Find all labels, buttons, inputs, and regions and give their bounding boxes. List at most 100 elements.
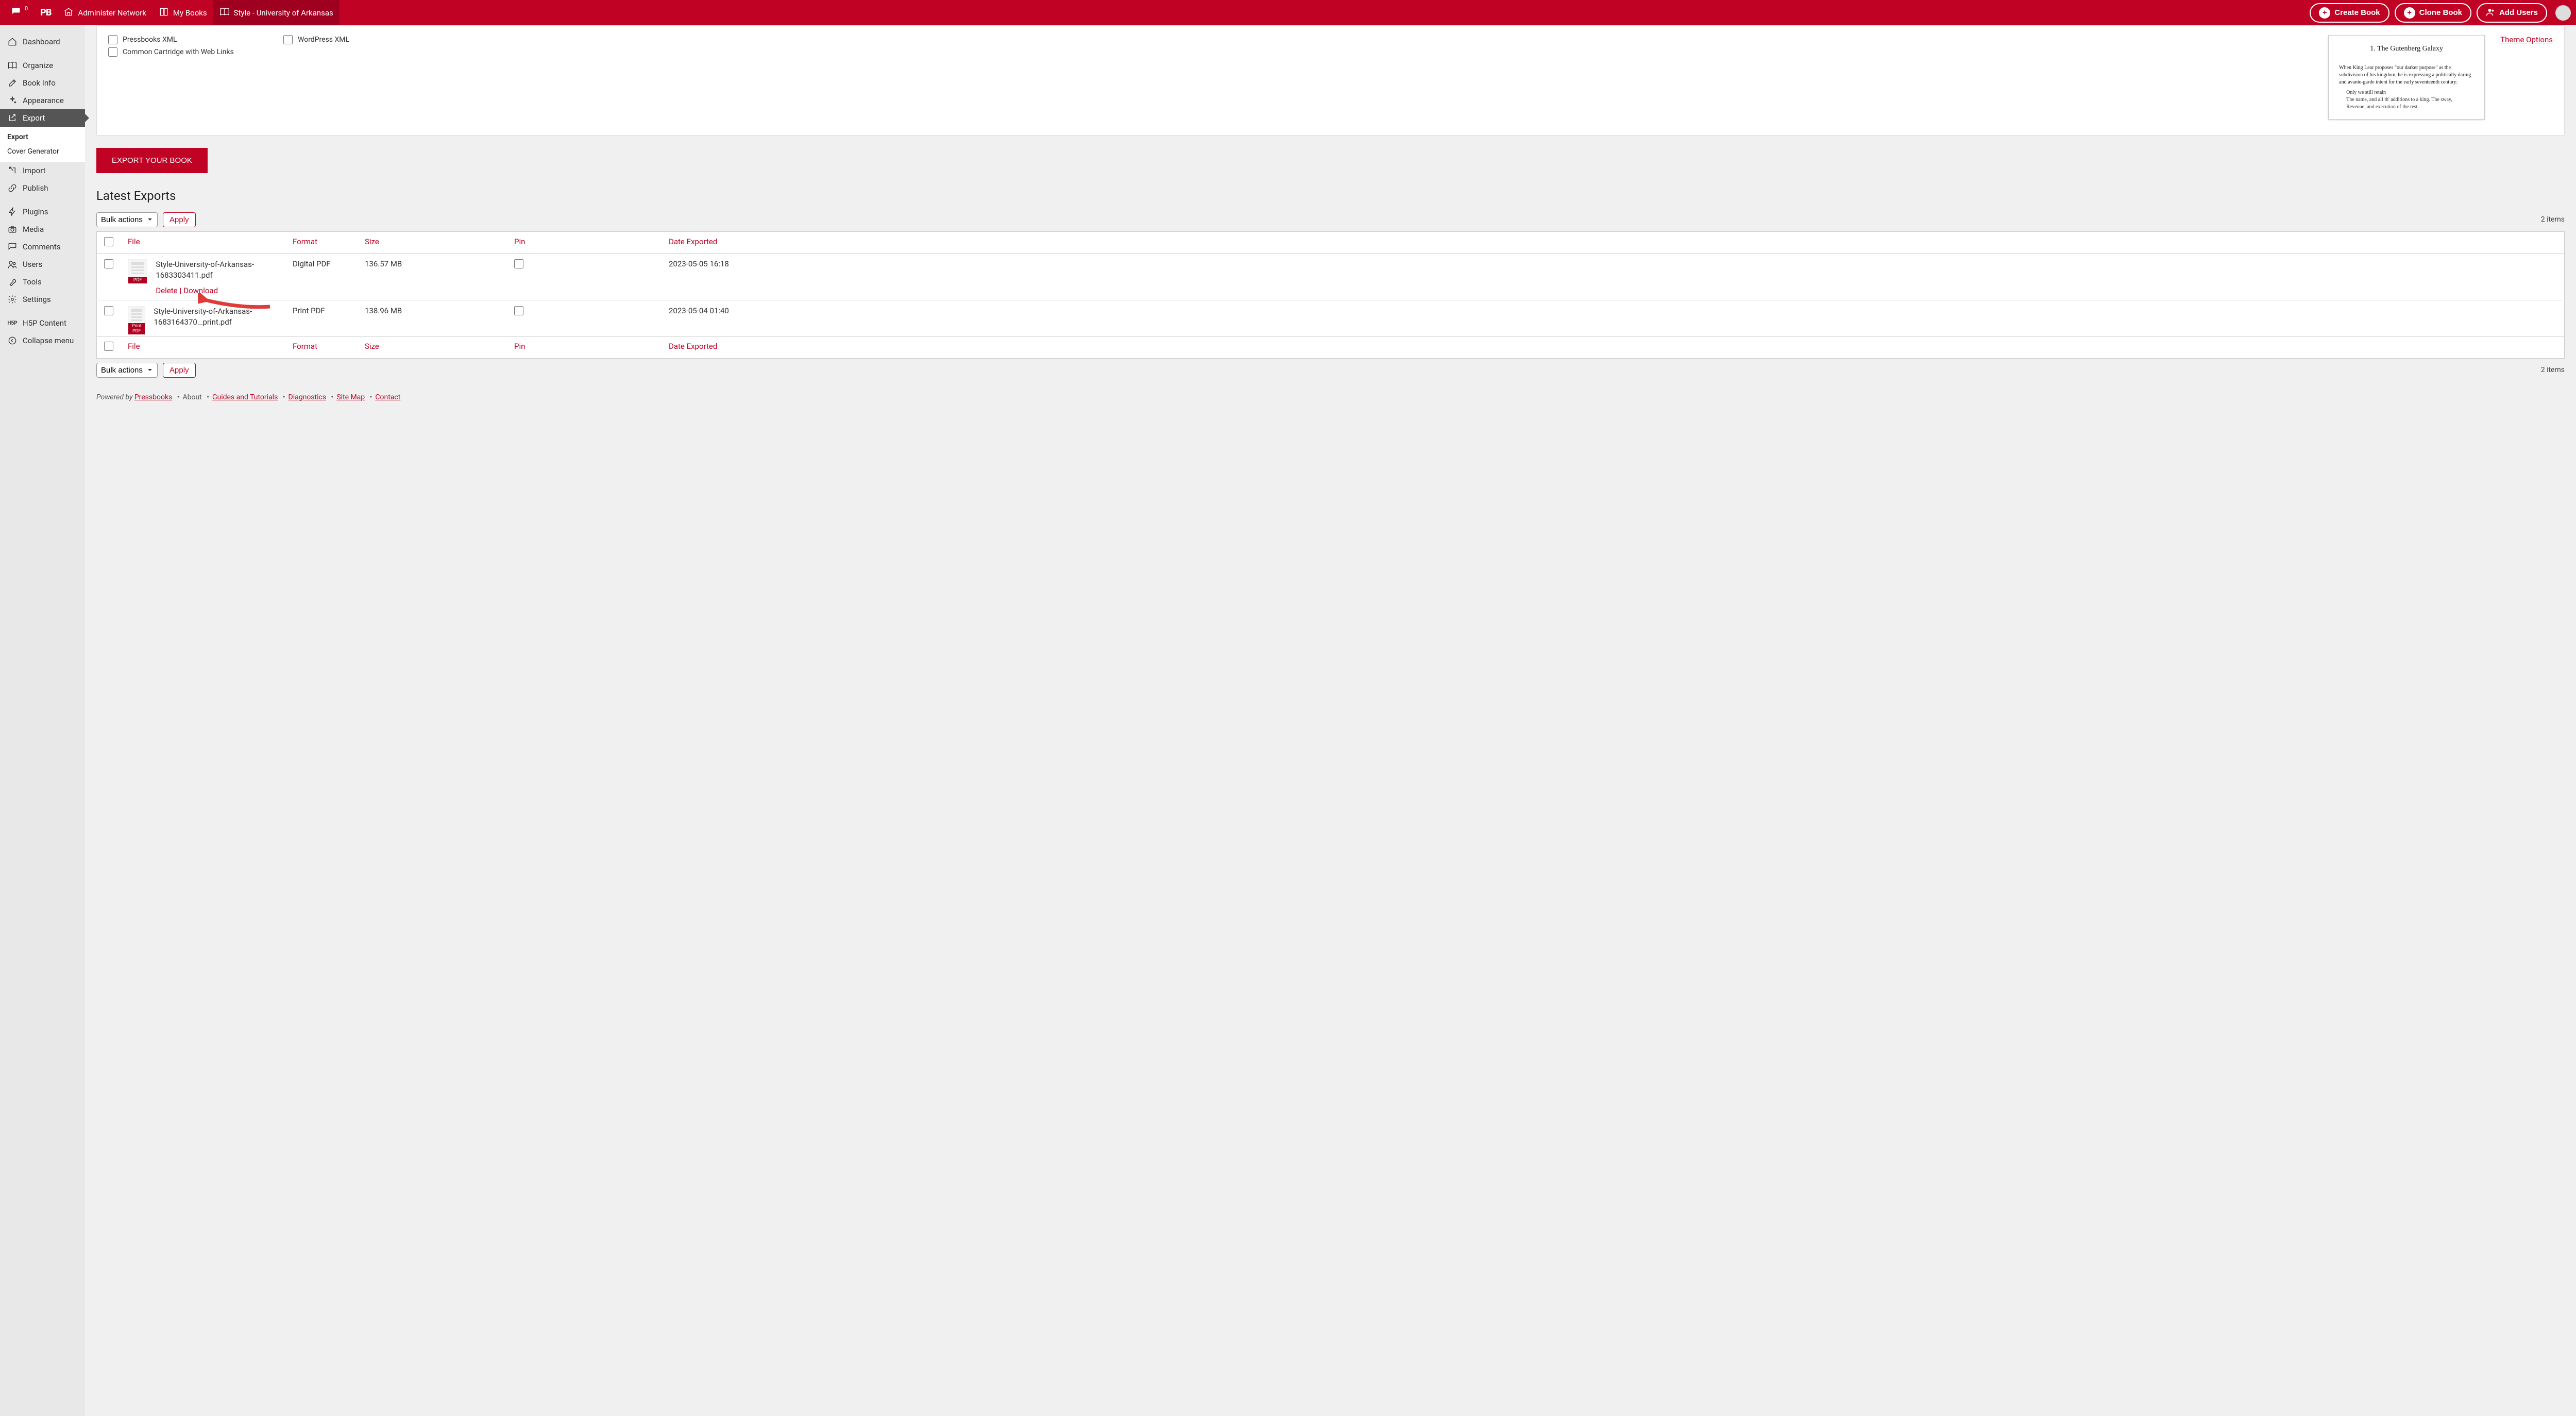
book-preview: 1. The Gutenberg Galaxy When King Lear p… [2328,35,2485,120]
select-all-checkbox-top[interactable] [104,237,113,246]
latest-exports-heading: Latest Exports [96,189,2565,203]
checkbox-common-cartridge[interactable] [108,47,117,57]
admin-sidebar: Dashboard Organize Book Info Appearance … [0,25,85,1416]
apply-button-bottom[interactable]: Apply [163,363,196,378]
sparkle-icon [7,96,18,105]
add-users-button[interactable]: Add Users [2477,3,2547,23]
institution-icon [63,7,74,19]
checkbox-pressbooks-xml[interactable] [108,35,117,44]
user-plus-icon [2486,7,2495,19]
col-header-size[interactable]: Size [358,231,507,254]
users-icon [7,260,18,269]
sidebar-sub-export[interactable]: Export [0,130,85,144]
col-header-file[interactable]: File [121,231,285,254]
sidebar-item-import[interactable]: Import [0,162,85,179]
sidebar-item-users[interactable]: Users [0,256,85,273]
sidebar-item-settings[interactable]: Settings [0,291,85,308]
col-header-format[interactable]: Format [285,231,358,254]
bulk-actions-select-bottom[interactable]: Bulk actions [96,363,158,378]
create-book-button[interactable]: + Create Book [2310,3,2389,23]
current-book[interactable]: Style - University of Arkansas [213,0,340,25]
col-header-date[interactable]: Date Exported [662,231,2565,254]
delete-link[interactable]: Delete [156,286,177,295]
pin-checkbox[interactable] [514,259,523,268]
preview-verse-line: The name, and all th' additions to a kin… [2346,96,2474,104]
user-avatar[interactable] [2555,5,2571,21]
footer-link-contact[interactable]: Contact [375,393,400,401]
footer-link-guides[interactable]: Guides and Tutorials [212,393,278,401]
row-checkbox[interactable] [104,306,113,315]
book-open-icon [7,61,18,70]
plus-icon: + [2404,7,2415,19]
clone-book-button[interactable]: + Clone Book [2395,3,2471,23]
preview-chapter-title: 1. The Gutenberg Galaxy [2339,44,2474,54]
sidebar-item-appearance[interactable]: Appearance [0,92,85,109]
sidebar-item-h5p[interactable]: H5PH5P Content [0,314,85,332]
col-header-pin[interactable]: Pin [507,231,662,254]
preview-paragraph: When King Lear proposes "our darker purp… [2339,64,2474,86]
preview-verse-line: Revenue, and execution of the rest. [2346,104,2474,111]
select-all-checkbox-bottom[interactable] [104,342,113,351]
pb-home[interactable]: PB [34,0,57,25]
footer-link-about[interactable]: About [182,393,201,401]
checkbox-wordpress-xml[interactable] [283,35,293,44]
sidebar-item-organize[interactable]: Organize [0,57,85,74]
my-books[interactable]: My Books [152,0,213,25]
sidebar-item-publish[interactable]: Publish [0,179,85,197]
notifications-button[interactable]: 0 [5,0,34,25]
table-row: PDF Style-University-of-Arkansas-1683303… [97,254,2565,300]
col-footer-date[interactable]: Date Exported [662,336,2565,358]
col-footer-file[interactable]: File [121,336,285,358]
option-wordpress-xml[interactable]: WordPress XML [283,35,438,44]
file-name: Style-University-of-Arkansas-1683164370.… [154,306,278,328]
date-cell: 2023-05-05 16:18 [662,254,2565,300]
sidebar-item-dashboard[interactable]: Dashboard [0,33,85,50]
page-footer: Powered by Pressbooks •About •Guides and… [96,393,2565,401]
download-link[interactable]: Download [183,286,218,295]
books-icon [159,7,169,19]
export-your-book-button[interactable]: EXPORT YOUR BOOK [96,148,208,173]
option-common-cartridge[interactable]: Common Cartridge with Web Links [108,47,283,57]
theme-options-link[interactable]: Theme Options [2500,35,2553,44]
pin-checkbox[interactable] [514,306,523,315]
sidebar-sub-cover-generator[interactable]: Cover Generator [0,144,85,159]
edit-icon [7,78,18,88]
export-options-panel: Pressbooks XML Common Cartridge with Web… [96,25,2565,136]
h5p-icon: H5P [7,321,18,326]
items-count-bottom: 2 items [2541,366,2565,374]
file-name: Style-University-of-Arkansas-1683303411.… [156,259,278,281]
apply-button-top[interactable]: Apply [163,212,196,227]
bulk-actions-select-top[interactable]: Bulk actions [96,212,158,227]
sidebar-item-collapse[interactable]: Collapse menu [0,332,85,349]
sidebar-item-tools[interactable]: Tools [0,273,85,291]
format-cell: Print PDF [285,300,358,336]
sidebar-submenu-export: Export Cover Generator [0,127,85,162]
collapse-icon [7,336,18,345]
sidebar-item-plugins[interactable]: Plugins [0,203,85,221]
book-icon [219,7,230,19]
comment-icon [11,7,21,19]
col-footer-format[interactable]: Format [285,336,358,358]
size-cell: 138.96 MB [358,300,507,336]
bolt-icon [7,207,18,216]
footer-link-sitemap[interactable]: Site Map [336,393,365,401]
row-checkbox[interactable] [104,259,113,268]
footer-link-diagnostics[interactable]: Diagnostics [289,393,327,401]
col-footer-pin[interactable]: Pin [507,336,662,358]
sidebar-item-media[interactable]: Media [0,221,85,238]
sidebar-item-export[interactable]: Export [0,109,85,127]
administer-network[interactable]: Administer Network [57,0,152,25]
export-icon [7,113,18,123]
plus-icon: + [2319,7,2330,19]
home-icon [7,37,18,46]
wrench-icon [7,277,18,286]
footer-link-pressbooks[interactable]: Pressbooks [134,393,172,401]
import-icon [7,166,18,175]
col-footer-size[interactable]: Size [358,336,507,358]
sidebar-item-comments[interactable]: Comments [0,238,85,256]
items-count-top: 2 items [2541,215,2565,224]
option-pressbooks-xml[interactable]: Pressbooks XML [108,35,283,44]
gear-icon [7,295,18,304]
main-content: Pressbooks XML Common Cartridge with Web… [85,25,2576,1416]
sidebar-item-book-info[interactable]: Book Info [0,74,85,92]
